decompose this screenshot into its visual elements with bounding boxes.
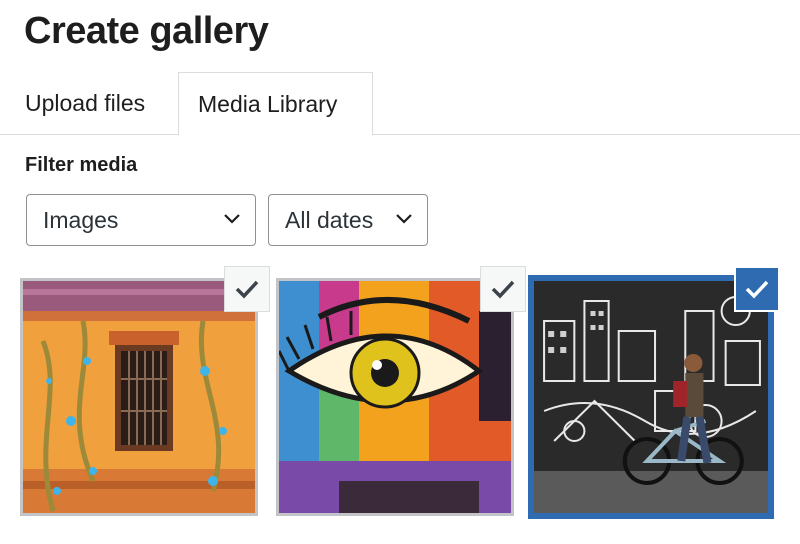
media-check-eye-mural[interactable]: [480, 266, 526, 312]
media-check-bike-mural[interactable]: [734, 266, 780, 312]
media-tabs: Upload files Media Library: [0, 72, 800, 136]
eye-mural-image: [279, 281, 511, 513]
filter-media-label: Filter media: [25, 154, 138, 176]
tab-media-library[interactable]: Media Library: [178, 72, 373, 136]
building-mural-image: [23, 281, 255, 513]
chevron-down-icon: [396, 214, 412, 224]
media-date-select-value: All dates: [285, 207, 374, 233]
media-item-building[interactable]: [20, 278, 258, 516]
media-type-select[interactable]: Images: [26, 194, 256, 246]
media-date-select[interactable]: All dates: [268, 194, 428, 246]
chevron-down-icon: [224, 214, 240, 224]
page-title: Create gallery: [24, 10, 269, 52]
checkmark-icon: [491, 280, 515, 299]
media-check-building[interactable]: [224, 266, 270, 312]
tab-upload-files[interactable]: Upload files: [25, 72, 145, 135]
media-type-select-value: Images: [43, 207, 119, 233]
checkmark-icon: [745, 280, 769, 299]
checkmark-icon: [235, 280, 259, 299]
media-item-eye-mural[interactable]: [276, 278, 514, 516]
bike-mural-image: [534, 281, 768, 513]
